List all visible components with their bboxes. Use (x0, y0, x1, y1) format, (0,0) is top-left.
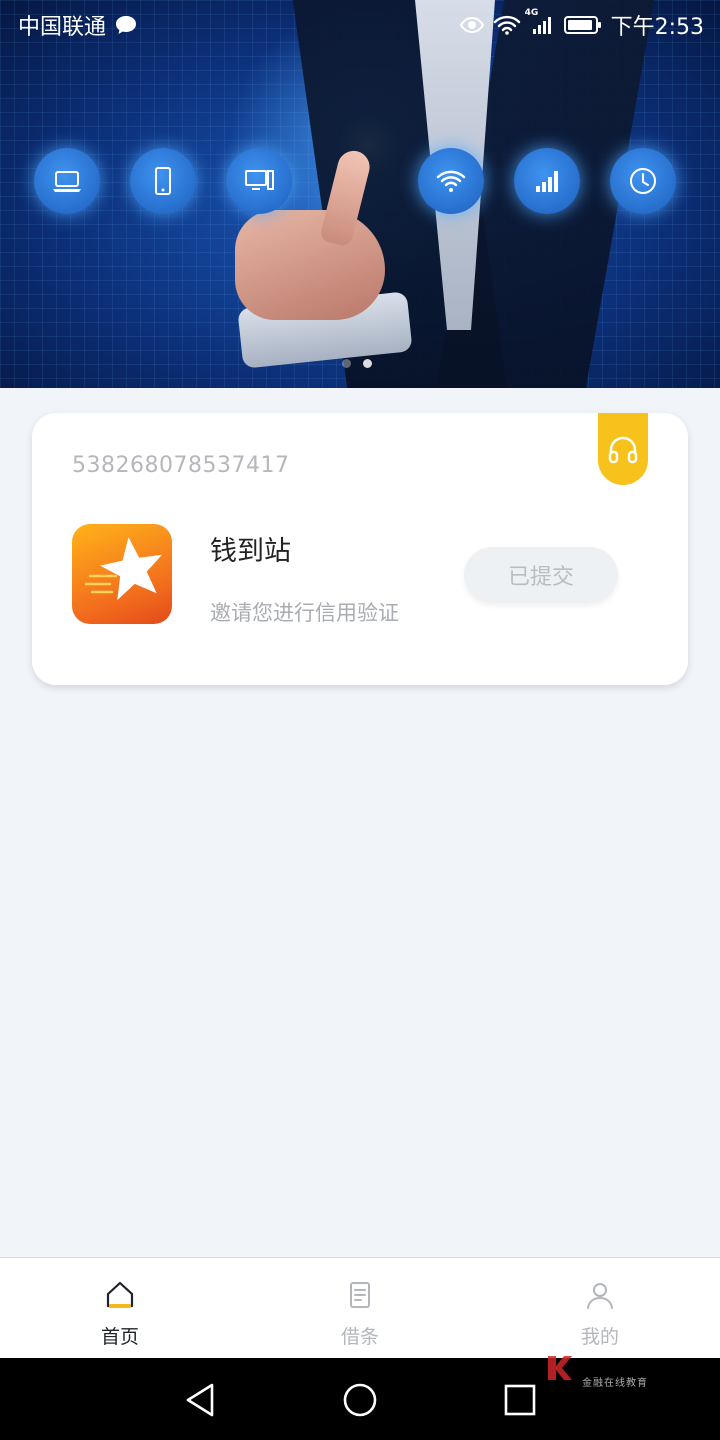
phone-icon (130, 148, 196, 214)
battery-icon (563, 14, 603, 36)
tab-home[interactable]: 首页 (0, 1258, 240, 1358)
pagination-dot-active[interactable] (363, 359, 372, 368)
home-nav-button[interactable] (340, 1380, 380, 1420)
tab-iou-label: 借条 (340, 1326, 379, 1348)
chat-notification-icon (114, 14, 138, 36)
app-screen: 中国联通 4G 下午2:53 538268078537417 钱到站 邀请您进行… (0, 0, 720, 1440)
tab-profile[interactable]: 我的 (480, 1258, 720, 1358)
banner-hand (235, 210, 385, 320)
app-name: 钱到站 (210, 536, 291, 567)
network-type-label: 4G (524, 8, 539, 18)
desktop-icon (226, 148, 292, 214)
promo-banner[interactable] (0, 0, 720, 388)
tab-home-label: 首页 (100, 1326, 139, 1348)
headset-icon (606, 436, 640, 470)
status-bar: 中国联通 4G 下午2:53 (0, 0, 720, 50)
back-button[interactable] (180, 1380, 220, 1420)
watermark-logo-icon (548, 1356, 572, 1380)
home-icon (103, 1278, 137, 1312)
cell-signal-icon: 4G (525, 8, 555, 36)
document-icon (343, 1278, 377, 1312)
app-description: 邀请您进行信用验证 (210, 601, 399, 625)
carrier-label: 中国联通 (18, 15, 107, 40)
watermark: 金融在线教育 (544, 1352, 648, 1389)
wifi-status-icon (493, 14, 521, 36)
app-logo (72, 524, 172, 624)
user-icon (583, 1278, 617, 1312)
star-logo-icon (84, 537, 163, 601)
submitted-status-button[interactable]: 已提交 (464, 547, 618, 603)
card-id-number: 538268078537417 (72, 453, 290, 478)
tab-iou[interactable]: 借条 (240, 1258, 480, 1358)
eye-comfort-icon (459, 15, 485, 35)
home-circle-icon (343, 1383, 377, 1417)
recents-button[interactable] (500, 1380, 540, 1420)
back-icon (186, 1383, 214, 1417)
bottom-tab-bar: 首页 借条 我的 (0, 1257, 720, 1358)
banner-pagination (342, 359, 372, 368)
signal-icon (514, 148, 580, 214)
tab-profile-label: 我的 (580, 1326, 619, 1348)
invitation-card[interactable]: 538268078537417 钱到站 邀请您进行信用验证 已提交 (32, 413, 688, 685)
customer-service-button[interactable] (598, 413, 648, 485)
clock-icon (610, 148, 676, 214)
recents-icon (504, 1384, 536, 1416)
clock-time: 下午2:53 (610, 15, 704, 40)
laptop-icon (34, 148, 100, 214)
wifi-icon (418, 148, 484, 214)
pagination-dot[interactable] (342, 359, 351, 368)
watermark-text: 金融在线教育 (582, 1378, 648, 1389)
